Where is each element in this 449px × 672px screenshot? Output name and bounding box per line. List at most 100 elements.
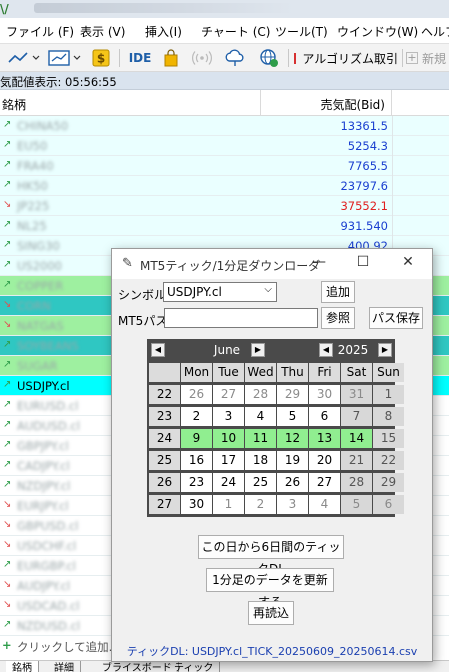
column-divider [392, 196, 393, 216]
calendar-day[interactable]: 13 [309, 429, 340, 448]
menu-item[interactable]: 挿入(I) [145, 23, 182, 40]
menu-item[interactable]: ツール(T) [275, 23, 328, 40]
menu-item[interactable]: 表示 (V) [80, 23, 125, 40]
maximize-button[interactable]: ☐ [352, 254, 374, 274]
calendar-day[interactable]: 4 [245, 407, 276, 426]
menu-item[interactable]: ウインドウ(W) [337, 23, 418, 40]
symbol-row[interactable]: ↗ CHINA50 13361.5 [0, 116, 449, 136]
plus-icon: + [2, 638, 12, 652]
bid-value: 5254.3 [347, 139, 388, 153]
calendar-day[interactable]: 30 [309, 385, 340, 404]
symbol-name: AUDUSD.cl [17, 419, 80, 433]
dollar-icon[interactable]: $ [90, 48, 112, 68]
calendar-day[interactable]: 23 [181, 473, 212, 492]
calendar-day[interactable]: 8 [373, 407, 404, 426]
symbol-name: COPPER [17, 279, 64, 293]
next-month-button[interactable]: ▶ [251, 343, 265, 357]
symbol-value: USDJPY.cl [167, 285, 222, 299]
calendar-day[interactable]: 25 [245, 473, 276, 492]
signal-icon[interactable] [190, 48, 214, 68]
calendar-day[interactable]: 5 [341, 495, 372, 514]
calendar-day[interactable]: 6 [309, 407, 340, 426]
calendar-day[interactable]: 4 [309, 495, 340, 514]
calendar-day[interactable]: 12 [277, 429, 308, 448]
symbol-name: USDJPY.cl [17, 379, 70, 393]
vps-globe-icon[interactable] [256, 48, 282, 68]
calendar-day[interactable]: 26 [277, 473, 308, 492]
calendar-day[interactable]: 27 [213, 385, 244, 404]
cloud-icon[interactable] [222, 48, 248, 68]
calendar-day[interactable]: 11 [245, 429, 276, 448]
symbol-row[interactable]: ↘ JP225 37552.1 [0, 196, 449, 216]
toolbar-separator [288, 49, 289, 67]
calendar-day[interactable]: 17 [213, 451, 244, 470]
calendar-day[interactable]: 20 [309, 451, 340, 470]
add-button[interactable]: 追加 [321, 281, 355, 303]
browse-button[interactable]: 参照 [321, 307, 355, 329]
calendar-day[interactable]: 21 [341, 451, 372, 470]
calendar-day[interactable]: 1 [213, 495, 244, 514]
calendar-day[interactable]: 27 [309, 473, 340, 492]
mt5-path-input[interactable] [164, 308, 318, 328]
save-path-button[interactable]: パス保存 [369, 307, 423, 329]
calendar-day[interactable]: 16 [181, 451, 212, 470]
shopping-bag-icon[interactable] [160, 48, 182, 68]
chart-type-dropdown[interactable] [6, 48, 42, 68]
ide-button[interactable]: IDE [126, 48, 154, 68]
column-symbol[interactable]: 銘柄 [2, 96, 26, 113]
bid-value: 931.540 [340, 219, 388, 233]
menu-item[interactable]: ファイル (F) [6, 23, 74, 40]
calendar-day[interactable]: 18 [245, 451, 276, 470]
toolbar-separator [119, 49, 120, 67]
calendar-day[interactable]: 7 [341, 407, 372, 426]
calendar-day[interactable]: 2 [245, 495, 276, 514]
prev-year-button[interactable]: ◀ [319, 343, 333, 357]
weekday-header: Tue [213, 363, 244, 382]
calendar-day[interactable]: 22 [373, 451, 404, 470]
calendar-day[interactable]: 14 [341, 429, 372, 448]
menu-item[interactable]: チャート (C) [201, 23, 270, 40]
arrow-up-icon: ↗ [3, 339, 12, 350]
tick-download-button[interactable]: この日から6日間のティックDL [198, 535, 344, 576]
status-text: ティックDL: USDJPY.cl_TICK_20250609_20250614… [126, 645, 418, 658]
calendar-day[interactable]: 3 [277, 495, 308, 514]
close-button[interactable]: ✕ [397, 254, 419, 274]
column-bid[interactable]: 売気配(Bid) [260, 90, 392, 116]
symbol-name: CORN [17, 299, 51, 313]
symbol-row[interactable]: ↗ HK50 23797.6 [0, 176, 449, 196]
calendar-day[interactable]: 5 [277, 407, 308, 426]
calendar-day[interactable]: 6 [373, 495, 404, 514]
calendar-day[interactable]: 28 [341, 473, 372, 492]
arrow-down-icon: ↘ [3, 499, 12, 510]
symbol-row[interactable]: ↗ NL25 931.540 [0, 216, 449, 236]
calendar-day[interactable]: 26 [181, 385, 212, 404]
next-year-button[interactable]: ▶ [378, 343, 392, 357]
symbol-row[interactable]: ↗ EU50 5254.3 [0, 136, 449, 156]
bottom-tab[interactable]: 銘柄 [6, 661, 39, 672]
calendar-day[interactable]: 28 [245, 385, 276, 404]
menu-item[interactable]: ヘルプ [421, 23, 449, 40]
symbol-row[interactable]: ↗ FRA40 7765.5 [0, 156, 449, 176]
calendar-day[interactable]: 31 [341, 385, 372, 404]
minimize-button[interactable]: — [308, 254, 330, 274]
calendar-day[interactable]: 15 [373, 429, 404, 448]
calendar-day[interactable]: 9 [181, 429, 212, 448]
calendar-day[interactable]: 24 [213, 473, 244, 492]
reload-button[interactable]: 再読込 [248, 601, 294, 625]
update-1min-button[interactable]: 1分足のデータを更新する [206, 568, 334, 609]
calendar-day[interactable]: 2 [181, 407, 212, 426]
calendar-day[interactable]: 1 [373, 385, 404, 404]
algo-trading-button[interactable]: アルゴリズム取引 [294, 48, 398, 68]
arrow-up-icon: ↗ [3, 359, 12, 370]
calendar-day[interactable]: 29 [277, 385, 308, 404]
calendar-day[interactable]: 29 [373, 473, 404, 492]
calendar-day[interactable]: 10 [213, 429, 244, 448]
indicator-dropdown[interactable] [46, 48, 84, 68]
prev-month-button[interactable]: ◀ [151, 343, 165, 357]
calendar-day[interactable]: 19 [277, 451, 308, 470]
new-order-button[interactable]: + 新規 [406, 48, 449, 68]
symbol-combobox[interactable]: USDJPY.cl ⌵ [163, 282, 277, 302]
calendar-day[interactable]: 30 [181, 495, 212, 514]
calendar-day[interactable]: 3 [213, 407, 244, 426]
bottom-tab[interactable]: 詳細 [48, 661, 81, 672]
